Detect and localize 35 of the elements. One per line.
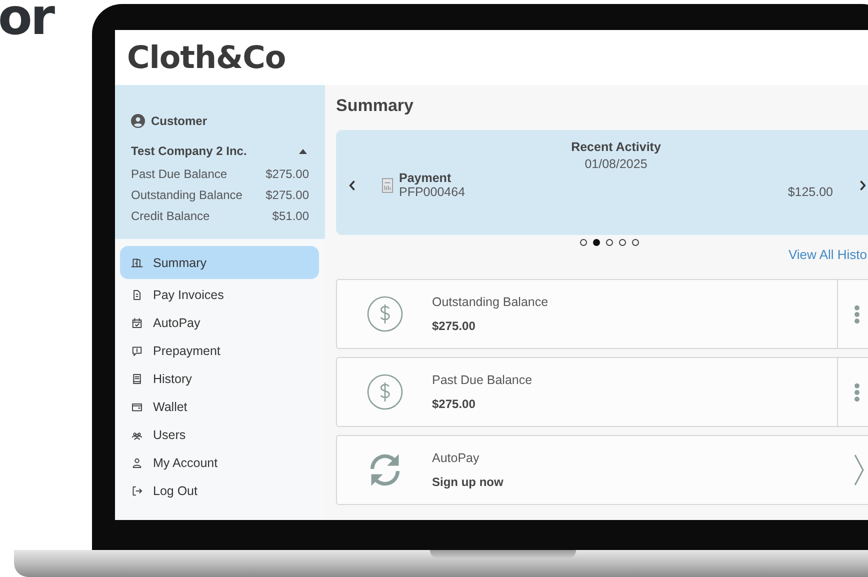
card-value: Sign up now	[432, 475, 504, 489]
card-value: $275.00	[432, 397, 476, 411]
nav-item[interactable]: Summary	[120, 246, 319, 279]
headline-text: or	[0, 0, 54, 42]
summary-card[interactable]: AutoPay Sign up now	[336, 435, 868, 505]
nav-item[interactable]: History	[120, 365, 319, 393]
balance-value: $275.00	[266, 187, 309, 204]
card-value: $275.00	[432, 319, 476, 333]
activity-reference: PFP000464	[399, 185, 466, 199]
balance-label: Outstanding Balance	[131, 187, 242, 204]
company-name: Test Company 2 Inc.	[131, 144, 247, 158]
summary-card[interactable]: Outstanding Balance $275.00	[336, 279, 868, 349]
nav-item[interactable]: Log Out	[120, 477, 319, 505]
nav-item[interactable]: Pay Invoices	[120, 281, 319, 309]
logo: Cloth&Co	[127, 40, 286, 76]
page-title: Summary	[336, 96, 414, 116]
view-all-history-link[interactable]: View All Histo	[788, 247, 867, 262]
card-title: Past Due Balance	[432, 373, 534, 387]
nav-item[interactable]: Prepayment	[120, 337, 319, 365]
customer-label: Customer	[151, 114, 208, 128]
balance-value: $51.00	[272, 208, 309, 225]
activity-date: 01/08/2025	[584, 157, 648, 171]
summary-card[interactable]: Past Due Balance $275.00	[336, 357, 868, 427]
nav-item[interactable]: Users	[120, 421, 319, 449]
card-title: Outstanding Balance	[432, 295, 550, 309]
nav-item[interactable]: AutoPay	[120, 309, 319, 337]
activity-amount: $125.00	[788, 185, 833, 199]
nav-item[interactable]: My Account	[120, 449, 319, 477]
balance-label: Credit Balance	[131, 208, 210, 225]
balance-label: Past Due Balance	[131, 166, 228, 183]
recent-activity-title: Recent Activity	[571, 140, 661, 154]
nav-item[interactable]: Wallet	[120, 393, 319, 421]
card-title: AutoPay	[432, 451, 480, 465]
activity-type: Payment	[399, 171, 452, 185]
balance-value: $275.00	[266, 166, 309, 183]
